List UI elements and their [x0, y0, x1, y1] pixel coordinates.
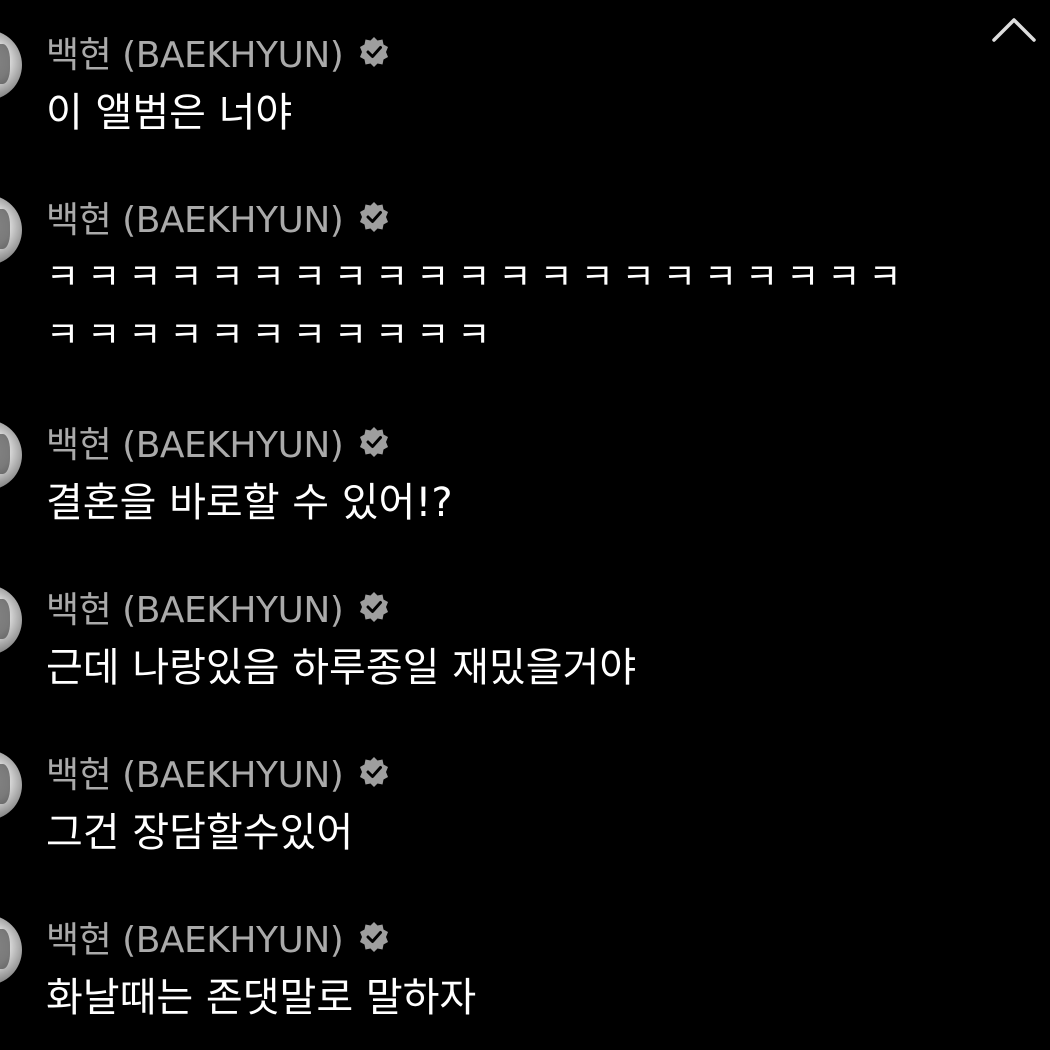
avatar[interactable]: [0, 915, 22, 985]
author-name[interactable]: 백현 (BAEKHYUN): [46, 191, 344, 243]
avatar[interactable]: [0, 420, 22, 490]
author-row: 백현 (BAEKHYUN): [46, 30, 391, 76]
verified-badge-icon: [360, 757, 389, 787]
author-row: 백현 (BAEKHYUN): [46, 195, 391, 241]
author-name[interactable]: 백현 (BAEKHYUN): [46, 26, 344, 78]
message-feed: 백현 (BAEKHYUN) 이 앨범은 너야 백현 (BAEKHYUN) ㅋㅋㅋ…: [0, 0, 1050, 1050]
avatar[interactable]: [0, 195, 22, 265]
message-text: 화날때는 존댓말로 말하자: [46, 975, 477, 1021]
verified-badge-icon: [360, 592, 389, 622]
verified-badge-icon: [360, 427, 389, 457]
message-text: 이 앨범은 너야: [46, 90, 293, 136]
chevron-up-icon: [992, 18, 1036, 42]
author-name[interactable]: 백현 (BAEKHYUN): [46, 416, 344, 468]
author-name[interactable]: 백현 (BAEKHYUN): [46, 581, 344, 633]
author-name[interactable]: 백현 (BAEKHYUN): [46, 911, 344, 963]
author-name[interactable]: 백현 (BAEKHYUN): [46, 746, 344, 798]
author-row: 백현 (BAEKHYUN): [46, 915, 391, 961]
avatar[interactable]: [0, 750, 22, 820]
message-text: 결혼을 바로할 수 있어!?: [46, 480, 453, 526]
author-row: 백현 (BAEKHYUN): [46, 750, 391, 796]
verified-badge-icon: [360, 37, 389, 67]
collapse-button[interactable]: [986, 6, 1042, 52]
avatar[interactable]: [0, 585, 22, 655]
avatar[interactable]: [0, 30, 22, 100]
verified-badge-icon: [360, 202, 389, 232]
verified-badge-icon: [360, 922, 389, 952]
author-row: 백현 (BAEKHYUN): [46, 585, 391, 631]
message-text: 그건 장담할수있어: [46, 810, 354, 856]
message-text: 근데 나랑있음 하루종일 재밌을거야: [46, 645, 637, 691]
author-row: 백현 (BAEKHYUN): [46, 420, 391, 466]
message-text: ㅋㅋㅋㅋㅋㅋㅋㅋㅋㅋㅋㅋㅋㅋㅋㅋㅋㅋㅋㅋㅋ ㅋㅋㅋㅋㅋㅋㅋㅋㅋㅋㅋ: [46, 257, 910, 356]
